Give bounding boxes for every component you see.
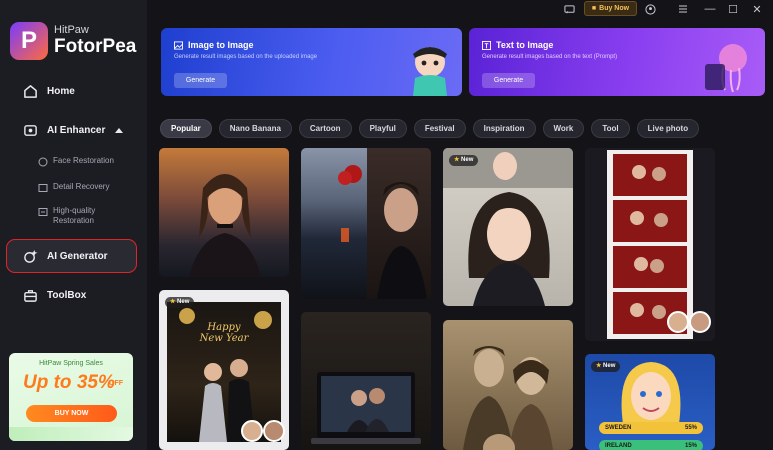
split-portrait-illustration [338, 165, 427, 299]
sidebar-item-label: AI Enhancer [47, 124, 106, 136]
sidebar-item-toolbox[interactable]: ToolBox [22, 287, 86, 303]
text-to-image-card[interactable]: Text to Image Generate result images bas… [469, 28, 765, 96]
gallery-card-photo-booth[interactable] [585, 148, 715, 341]
new-badge: New [449, 155, 479, 166]
menu-icon[interactable] [676, 2, 690, 16]
sidebar-item-hq-restoration[interactable]: High-quality Restoration [38, 206, 95, 227]
toolbox-icon [22, 287, 38, 303]
tab-playful[interactable]: Playful [358, 119, 407, 138]
sidebar-item-label: AI Generator [47, 250, 108, 262]
image-to-image-card[interactable]: Image to Image Generate result images ba… [161, 28, 462, 96]
app-window: P HitPaw FotorPea Home AI Enhancer Face … [0, 0, 773, 450]
tab-popular[interactable]: Popular [160, 119, 212, 138]
cartoon-character-illustration [413, 47, 447, 96]
ai-generator-icon [22, 248, 38, 264]
hq-icon [38, 207, 48, 217]
category-tabs: Popular Nano Banana Cartoon Playful Fest… [160, 119, 700, 138]
sidebar-item-detail-recovery[interactable]: Detail Recovery [38, 182, 109, 193]
text-to-image-generate-button[interactable]: Generate [482, 73, 535, 88]
gallery-card-laptop[interactable] [301, 312, 431, 450]
promo-decor [9, 427, 133, 441]
sidebar-item-ai-enhancer[interactable]: AI Enhancer [22, 122, 124, 138]
sidebar-item-home[interactable]: Home [22, 83, 75, 99]
promo-buy-now-button[interactable]: BUY NOW [26, 405, 117, 422]
gallery-card-vintage-photo[interactable] [443, 320, 573, 450]
face-thumbnail-1 [667, 311, 689, 333]
tab-festival[interactable]: Festival [413, 119, 466, 138]
tab-cartoon[interactable]: Cartoon [298, 119, 352, 138]
cart-icon: ■ [591, 5, 597, 12]
jellyfish-illustration [705, 44, 747, 93]
sidebar-item-label: ToolBox [47, 289, 87, 301]
face-thumbnail-1 [241, 420, 263, 442]
promo-off: OFF [109, 380, 123, 387]
portrait-image [189, 174, 261, 277]
image-icon [174, 40, 183, 50]
tab-tool[interactable]: Tool [591, 119, 630, 138]
image-to-image-generate-button[interactable]: Generate [174, 73, 227, 88]
account-icon[interactable] [643, 2, 657, 16]
sidebar: P HitPaw FotorPea Home AI Enhancer Face … [0, 0, 147, 450]
gallery-card-cartoon-vote[interactable]: New SWEDEN 55% IRELAND 15% [585, 354, 715, 450]
face-thumbnail-2 [263, 420, 285, 442]
couple-illustration [179, 308, 272, 442]
sidebar-item-label: Home [47, 85, 75, 97]
face-icon [38, 157, 48, 167]
text-to-image-title: Text to Image [496, 40, 554, 50]
tab-nano-banana[interactable]: Nano Banana [218, 119, 292, 138]
message-icon[interactable] [562, 2, 576, 16]
laptop-illustration [311, 372, 421, 444]
app-logo: P HitPaw FotorPea [10, 22, 136, 60]
text-to-image-desc: Generate result images based on the text… [482, 54, 618, 60]
tab-work[interactable]: Work [542, 119, 585, 138]
close-button[interactable]: ✕ [750, 2, 764, 16]
logo-mark: P [10, 22, 48, 60]
new-badge: New [165, 297, 195, 308]
buy-now-button[interactable]: ■ Buy Now [584, 1, 637, 16]
image-to-image-desc: Generate result images based on the uplo… [174, 54, 318, 60]
tab-live-photo[interactable]: Live photo [636, 119, 700, 138]
text-icon [482, 40, 491, 50]
gallery-card-girl-selfie[interactable]: New [443, 148, 573, 306]
gallery-card-portrait-sunset[interactable] [159, 148, 289, 277]
promo-banner[interactable]: HitPaw Spring Sales Up to 35% OFF BUY NO… [9, 353, 133, 441]
vintage-couple-illustration [463, 346, 553, 450]
image-icon [38, 183, 48, 193]
chevron-up-icon [115, 127, 124, 133]
maximize-button[interactable]: ☐ [726, 2, 740, 16]
sidebar-item-ai-generator[interactable]: AI Generator [22, 248, 108, 264]
girl-selfie-illustration [443, 148, 573, 306]
sidebar-item-face-restoration[interactable]: Face Restoration [38, 156, 114, 167]
promo-discount: Up to 35% [23, 372, 115, 393]
face-thumbnail-2 [689, 311, 711, 333]
image-to-image-title: Image to Image [188, 40, 254, 50]
new-year-photo: Happy New Year [167, 302, 281, 442]
vote-row-sweden: SWEDEN 55% [599, 422, 703, 434]
brand-main: FotorPea [54, 35, 137, 57]
vote-row-ireland: IRELAND 15% [599, 440, 703, 450]
gallery-card-new-year[interactable]: Happy New Year New [159, 290, 289, 450]
home-icon [22, 83, 38, 99]
minimize-button[interactable]: — [703, 2, 717, 16]
promo-title: HitPaw Spring Sales [39, 360, 103, 367]
tab-inspiration[interactable]: Inspiration [472, 119, 536, 138]
new-badge: New [591, 361, 621, 372]
gallery-card-split-portrait[interactable] [301, 148, 431, 299]
enhancer-icon [22, 122, 38, 138]
